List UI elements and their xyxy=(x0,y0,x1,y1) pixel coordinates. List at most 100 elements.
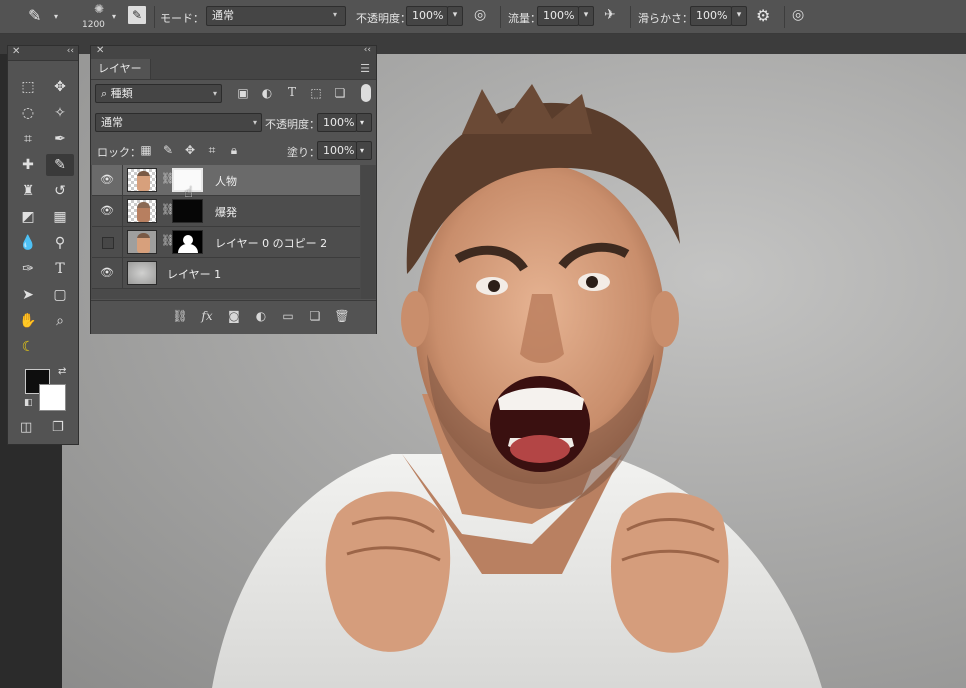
lock-transparency-icon[interactable]: ▦ xyxy=(138,143,154,157)
swap-colors-icon[interactable]: ⇄ xyxy=(58,366,66,377)
collapse-icon[interactable]: ‹‹ xyxy=(67,46,74,56)
tool-preset-dropdown[interactable]: ▾ xyxy=(54,12,58,21)
search-icon: ⌕ xyxy=(101,87,108,100)
path-select-tool-icon[interactable]: ➤ xyxy=(14,284,42,306)
layers-bottom-bar: ⛓︎ fx ◙ ◐ ▭ ❏ 🗑︎ xyxy=(91,300,376,334)
panel-menu-icon[interactable]: ☰ xyxy=(360,62,370,75)
hand-cursor-icon: ☝ xyxy=(184,183,194,201)
eye-icon[interactable]: 👁︎ xyxy=(100,173,114,187)
visibility-toggle[interactable] xyxy=(102,237,114,249)
brush-preset-dropdown[interactable]: ▾ xyxy=(112,12,116,21)
mode-label: モード： xyxy=(160,12,204,25)
eye-icon[interactable]: 👁︎ xyxy=(100,266,114,280)
fill-label: 塗り： xyxy=(287,146,320,159)
link-icon[interactable]: ⛓︎ xyxy=(161,172,175,185)
tools-panel-header: ✕ ‹‹ xyxy=(8,46,78,61)
adjustment-icon[interactable]: ◐ xyxy=(252,309,270,323)
options-bar: ✎ ▾ ✺ 1200 ▾ ✎ モード： 通常 ▾ 不透明度： 100% ▾ ◎ … xyxy=(0,0,966,34)
layer-thumbnail xyxy=(127,168,157,192)
layer-row[interactable]: ⛓︎ レイヤー 0 のコピー 2 xyxy=(92,227,360,258)
link-icon[interactable]: ⛓︎ xyxy=(161,203,175,216)
crop-tool-icon[interactable]: ⌗ xyxy=(14,128,42,150)
clone-stamp-tool-icon[interactable]: ♜ xyxy=(14,180,42,202)
close-icon[interactable]: ✕ xyxy=(12,46,20,57)
fill-field[interactable]: 100% xyxy=(317,141,357,160)
flow-dropdown[interactable]: ▾ xyxy=(578,6,594,26)
default-colors-icon[interactable]: ◧ xyxy=(24,398,33,408)
smoothing-label: 滑らかさ： xyxy=(638,12,693,25)
link-icon[interactable]: ⛓︎ xyxy=(161,234,175,247)
gradient-tool-icon[interactable]: ▦ xyxy=(46,206,74,228)
blend-mode-select[interactable]: 通常 ▾ xyxy=(95,113,262,132)
eraser-tool-icon[interactable]: ◩ xyxy=(14,206,42,228)
screen-mode-icon[interactable]: ❐ xyxy=(52,420,64,435)
eye-icon[interactable]: 👁︎ xyxy=(100,204,114,218)
airbrush-icon[interactable]: ✈ xyxy=(604,7,616,23)
tab-layers[interactable]: レイヤー xyxy=(91,59,151,79)
history-brush-tool-icon[interactable]: ↺ xyxy=(46,180,74,202)
layer-row[interactable]: 👁︎ レイヤー 1 xyxy=(92,258,360,289)
folder-icon[interactable]: ▭ xyxy=(279,309,297,323)
eyedropper-tool-icon[interactable]: ✒ xyxy=(46,128,74,150)
flow-field[interactable]: 100% xyxy=(537,6,579,26)
filter-adjustment-icon[interactable]: ◐ xyxy=(259,86,275,100)
trash-icon[interactable]: 🗑︎ xyxy=(333,309,351,323)
background-color-swatch[interactable] xyxy=(39,384,66,411)
marquee-tool-icon[interactable]: ⬚ xyxy=(14,76,42,98)
mode-select[interactable]: 通常 xyxy=(206,6,346,26)
filter-shape-icon[interactable]: ⬚ xyxy=(308,86,324,100)
close-icon[interactable]: ✕ xyxy=(96,45,104,56)
brush-tool-icon[interactable]: ✎ xyxy=(46,154,74,176)
smoothing-field[interactable]: 100% xyxy=(690,6,732,26)
pressure-size-icon[interactable]: ◎ xyxy=(792,7,804,23)
smoothing-dropdown[interactable]: ▾ xyxy=(731,6,747,26)
layers-scrollbar[interactable] xyxy=(361,165,375,299)
filter-smart-object-icon[interactable]: ❏ xyxy=(332,86,348,100)
layer-row[interactable]: 👁︎ ⛓︎ 人物 xyxy=(92,165,360,196)
opacity-dropdown[interactable]: ▾ xyxy=(447,6,463,26)
collapse-icon[interactable]: ‹‹ xyxy=(364,45,371,55)
blur-tool-icon[interactable]: 💧 xyxy=(14,232,42,254)
lasso-tool-icon[interactable]: ◌ xyxy=(14,102,42,124)
blend-mode-label: 通常 xyxy=(101,116,123,129)
filter-pixel-icon[interactable]: ▣ xyxy=(235,86,251,100)
layer-mask-thumbnail[interactable] xyxy=(172,230,203,254)
lock-position-icon[interactable]: ✥ xyxy=(182,143,198,157)
filter-type-icon[interactable]: T xyxy=(284,85,300,99)
lock-artboard-icon[interactable]: ⌗ xyxy=(204,143,220,158)
filter-kind-select[interactable]: ⌕ 種類 ▾ xyxy=(95,84,222,103)
layer-row[interactable]: 👁︎ ⛓︎ 爆発 xyxy=(92,196,360,227)
layer-name: 爆発 xyxy=(215,206,237,219)
layer-name: レイヤー 1 xyxy=(167,268,222,281)
opacity-field[interactable]: 100% xyxy=(406,6,448,26)
dodge-tool-icon[interactable]: ⚲ xyxy=(46,232,74,254)
lock-all-icon[interactable]: 🔒︎ xyxy=(226,143,242,158)
brush-settings-icon[interactable]: ✎ xyxy=(128,6,146,24)
opacity-dropdown[interactable]: ▾ xyxy=(356,113,372,132)
healing-brush-tool-icon[interactable]: ✚ xyxy=(14,154,42,176)
add-mask-icon[interactable]: ◙ xyxy=(225,309,243,323)
layers-list: 👁︎ ⛓︎ 人物 👁︎ ⛓︎ 爆発 ⛓︎ レイヤー 0 のコピー 2 👁︎ レイ… xyxy=(91,165,376,299)
filter-toggle[interactable] xyxy=(361,84,371,102)
pressure-opacity-icon[interactable]: ◎ xyxy=(474,7,486,23)
link-icon[interactable]: ⛓︎ xyxy=(171,309,189,323)
quick-select-tool-icon[interactable]: ✧ xyxy=(46,102,74,124)
brush-tool-icon[interactable]: ✎ xyxy=(28,6,41,25)
fx-icon[interactable]: fx xyxy=(198,309,216,323)
lock-image-icon[interactable]: ✎ xyxy=(160,143,176,157)
layer-name: レイヤー 0 のコピー 2 xyxy=(215,237,328,250)
hand-tool-icon[interactable]: ✋ xyxy=(14,310,42,332)
zoom-tool-icon[interactable]: ⌕ xyxy=(46,310,74,332)
pen-tool-icon[interactable]: ✑ xyxy=(14,258,42,280)
layer-mask-thumbnail[interactable] xyxy=(172,199,203,223)
shape-tool-icon[interactable]: ▢ xyxy=(46,284,74,306)
new-layer-icon[interactable]: ❏ xyxy=(306,309,324,323)
move-tool-icon[interactable]: ✥ xyxy=(46,76,74,98)
type-tool-icon[interactable]: T xyxy=(46,258,74,280)
opacity-field[interactable]: 100% xyxy=(317,113,357,132)
gear-icon[interactable]: ⚙ xyxy=(756,6,770,25)
banana-icon[interactable]: ☾ xyxy=(14,336,42,358)
quick-mask-icon[interactable]: ◫ xyxy=(20,420,32,435)
brush-preset-icon[interactable]: ✺ xyxy=(88,2,110,16)
fill-dropdown[interactable]: ▾ xyxy=(356,141,372,160)
